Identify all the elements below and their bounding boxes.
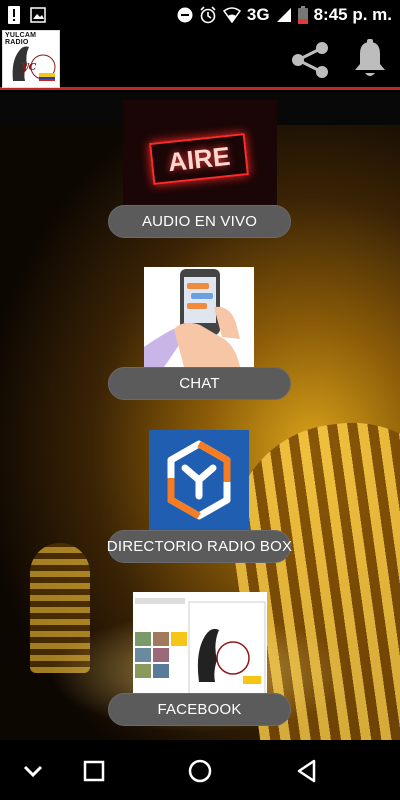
notifications-button[interactable] xyxy=(350,38,390,82)
logo-monogram: yc xyxy=(21,59,37,74)
directorio-radio-box-button[interactable]: DIRECTORIO RADIO BOX xyxy=(107,530,292,563)
image-icon xyxy=(30,7,46,23)
app-bar: YULCAM RADIO yc xyxy=(0,30,400,90)
status-right: 3G 8:45 p. m. xyxy=(177,5,392,25)
radio-box-logo-icon xyxy=(167,440,231,520)
chat-image[interactable] xyxy=(144,267,254,367)
wifi-icon xyxy=(222,7,241,23)
back-button[interactable] xyxy=(292,756,322,786)
directorio-radio-box-image[interactable] xyxy=(149,430,249,530)
bell-icon xyxy=(355,39,385,76)
alert-icon xyxy=(8,6,20,24)
triangle-back-icon xyxy=(297,759,316,783)
app-logo: YULCAM RADIO yc xyxy=(2,30,60,88)
share-icon xyxy=(292,42,328,78)
chevron-down-icon xyxy=(23,765,43,778)
status-left xyxy=(8,6,46,24)
do-not-disturb-icon xyxy=(177,7,193,23)
on-air-sign-icon: AIRE xyxy=(149,133,249,185)
square-icon xyxy=(83,760,105,782)
recents-button[interactable] xyxy=(79,756,109,786)
battery-icon xyxy=(297,6,308,24)
signal-icon xyxy=(276,7,292,23)
clock: 8:45 p. m. xyxy=(313,5,392,24)
alarm-icon xyxy=(199,6,217,24)
circle-home-icon xyxy=(188,759,212,783)
facebook-button[interactable]: FACEBOOK xyxy=(108,693,291,726)
facebook-image[interactable] xyxy=(133,592,267,704)
colombia-flag-icon xyxy=(39,73,55,81)
home-button[interactable] xyxy=(185,756,215,786)
facebook-page-screenshot-icon xyxy=(133,592,267,704)
chevron-down-button[interactable] xyxy=(18,756,48,786)
status-bar: 3G 8:45 p. m. xyxy=(0,0,400,30)
share-button[interactable] xyxy=(288,40,332,80)
audio-en-vivo-button[interactable]: AUDIO EN VIVO xyxy=(108,205,291,238)
network-type: 3G xyxy=(246,5,270,24)
hand-holding-phone-icon xyxy=(144,269,240,367)
system-nav-bar xyxy=(0,740,400,800)
chat-button[interactable]: CHAT xyxy=(108,367,291,400)
audio-en-vivo-image[interactable]: AIRE xyxy=(123,100,277,206)
